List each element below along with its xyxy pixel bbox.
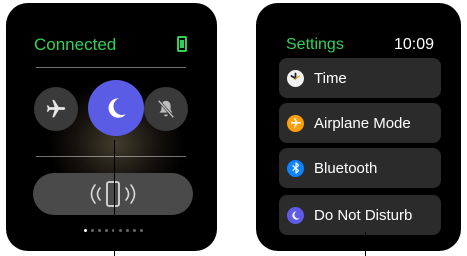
phone-ping-icon xyxy=(90,181,136,207)
settings-row-label: Airplane Mode xyxy=(314,114,411,132)
settings-row-bluetooth[interactable]: Bluetooth xyxy=(279,148,441,188)
settings-row-airplane-mode[interactable]: Airplane Mode xyxy=(279,103,441,143)
clock-icon xyxy=(287,69,304,87)
divider xyxy=(36,156,186,157)
bluetooth-icon xyxy=(287,159,304,177)
do-not-disturb-toggle[interactable] xyxy=(88,80,144,136)
watch-glance-screen: Connected xyxy=(6,3,217,251)
moon-icon xyxy=(287,206,304,224)
page-dot xyxy=(126,229,129,232)
page-dot xyxy=(140,229,143,232)
airplane-icon xyxy=(287,114,304,132)
page-dot xyxy=(133,229,136,232)
page-dot xyxy=(105,229,108,232)
silent-mode-toggle[interactable] xyxy=(144,87,188,131)
bell-slash-icon xyxy=(157,99,175,119)
clock: 10:09 xyxy=(394,36,435,53)
page-dot xyxy=(91,229,94,232)
settings-row-do-not-disturb[interactable]: Do Not Disturb xyxy=(279,195,441,235)
page-dot xyxy=(84,229,87,232)
connection-status: Connected xyxy=(34,35,117,54)
watch-settings-screen: Settings 10:09 Time Airplane Mode Blueto… xyxy=(256,3,461,251)
callout-line xyxy=(114,140,115,256)
settings-row-label: Bluetooth xyxy=(314,159,378,177)
airplane-icon xyxy=(46,99,66,118)
callout-line xyxy=(365,232,366,256)
page-dot xyxy=(119,229,122,232)
settings-row-label: Do Not Disturb xyxy=(314,206,413,224)
page-dot xyxy=(98,229,101,232)
settings-row-time[interactable]: Time xyxy=(279,58,441,98)
page-title: Settings xyxy=(286,36,344,53)
airplane-toggle[interactable] xyxy=(34,87,78,131)
settings-row-label: Time xyxy=(314,69,347,87)
divider xyxy=(36,67,186,68)
phone-battery-icon xyxy=(177,36,187,52)
moon-icon xyxy=(108,98,126,118)
ping-iphone-button[interactable] xyxy=(33,173,193,215)
